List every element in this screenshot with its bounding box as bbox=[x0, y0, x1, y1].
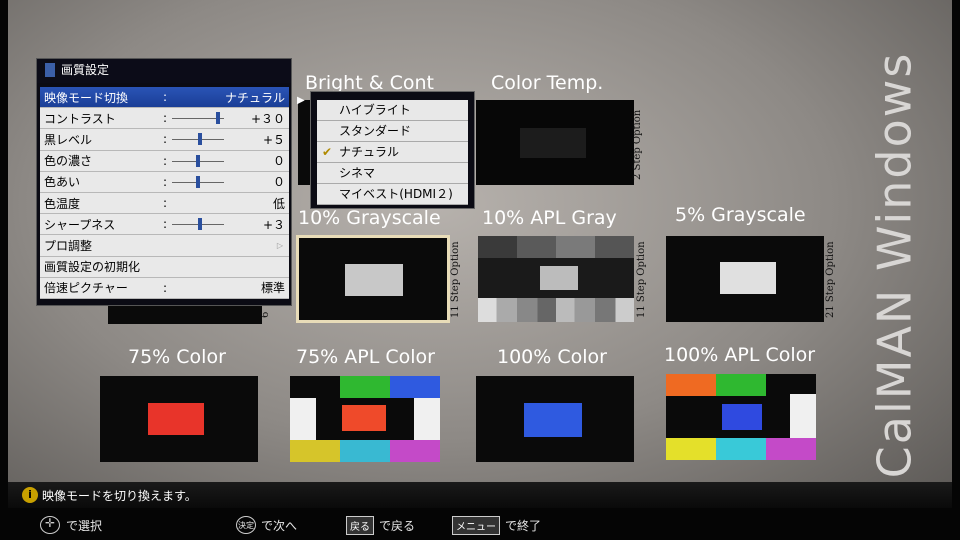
menu-item-black-level[interactable]: 黒レベル : +５ bbox=[40, 129, 289, 151]
menu-item-reset[interactable]: 画質設定の初期化 bbox=[40, 257, 289, 278]
pattern-label-apl-color100: 100% APL Color bbox=[664, 344, 816, 366]
picture-settings-menu: 画質設定 映像モード切換 : ナチュラル コントラスト : +３０ 黒レベル :… bbox=[36, 58, 292, 306]
hint-next: 決定 で次へ bbox=[236, 516, 297, 534]
option-high-bright[interactable]: ハイブライト bbox=[317, 100, 468, 121]
pattern-window-blue bbox=[722, 404, 762, 430]
menu-key-icon: メニュー bbox=[452, 516, 500, 535]
pattern-label-gray10: 10% Grayscale bbox=[298, 207, 441, 229]
dpad-icon bbox=[40, 516, 60, 534]
bar-yellow bbox=[290, 440, 340, 462]
tint-slider[interactable] bbox=[172, 175, 224, 189]
pattern-color100[interactable] bbox=[476, 376, 634, 462]
pattern-label-color100: 100% Color bbox=[497, 346, 607, 368]
menu-item-picture-mode[interactable]: 映像モード切換 : ナチュラル bbox=[40, 87, 289, 109]
menu-item-contrast[interactable]: コントラスト : +３０ bbox=[40, 108, 289, 130]
bar-orange bbox=[666, 374, 716, 396]
hint-exit: メニュー で終了 bbox=[452, 516, 541, 535]
menu-item-label: 映像モード切換 bbox=[44, 90, 129, 105]
pattern-window bbox=[345, 264, 403, 296]
pattern-window bbox=[520, 128, 586, 158]
picture-mode-dropdown: ハイブライト スタンダード ✔ ナチュラル シネマ マイベスト(HDMI２) bbox=[310, 91, 475, 209]
bar-green bbox=[716, 374, 766, 396]
pattern-label-color75: 75% Color bbox=[128, 346, 226, 368]
pattern-window-red bbox=[148, 403, 204, 435]
bar-magenta bbox=[766, 438, 816, 460]
menu-item-color-density[interactable]: 色の濃さ : ０ bbox=[40, 151, 289, 172]
back-key-icon: 戻る bbox=[346, 516, 374, 535]
pattern-color-temp[interactable] bbox=[476, 100, 634, 185]
bar-white-right bbox=[790, 394, 816, 438]
option-standard[interactable]: スタンダード bbox=[317, 121, 468, 142]
pattern-apl-color100[interactable] bbox=[666, 374, 816, 460]
option-cinema[interactable]: シネマ bbox=[317, 163, 468, 184]
pattern-apl-color75[interactable] bbox=[290, 376, 440, 462]
hint-select: で選択 bbox=[40, 516, 102, 534]
checkmark-icon: ✔ bbox=[322, 145, 333, 159]
pattern-window bbox=[720, 262, 776, 294]
status-message: 映像モードを切り換えます。 bbox=[42, 488, 197, 503]
bar-green bbox=[340, 376, 390, 398]
bar-cyan bbox=[716, 438, 766, 460]
bar-black bbox=[290, 376, 340, 398]
bar-cyan bbox=[340, 440, 390, 462]
bar-black bbox=[766, 374, 816, 396]
menu-title: 画質設定 bbox=[37, 59, 291, 83]
pattern-apl-gray10[interactable] bbox=[478, 236, 634, 322]
enter-key-icon: 決定 bbox=[236, 516, 256, 534]
menu-item-motion-picture[interactable]: 倍速ピクチャー : 標準 bbox=[40, 278, 289, 299]
pattern-option-apl-gray10: 11 Step Option bbox=[636, 241, 647, 318]
menu-item-tint[interactable]: 色あい : ０ bbox=[40, 172, 289, 193]
bar-blue bbox=[390, 376, 440, 398]
info-icon: i bbox=[22, 487, 38, 503]
option-natural[interactable]: ✔ ナチュラル bbox=[317, 142, 468, 163]
pattern-option-gray10: 11 Step Option bbox=[450, 241, 461, 318]
pattern-steps-bottom bbox=[478, 298, 634, 322]
color-density-slider[interactable] bbox=[172, 154, 224, 168]
menu-list: 映像モード切換 : ナチュラル コントラスト : +３０ 黒レベル : +５ 色… bbox=[40, 87, 289, 299]
pattern-window-red bbox=[342, 405, 386, 431]
sharpness-slider[interactable] bbox=[172, 217, 224, 231]
contrast-slider[interactable] bbox=[172, 111, 224, 125]
option-my-best[interactable]: マイベスト(HDMI２) bbox=[317, 184, 468, 205]
menu-item-sharpness[interactable]: シャープネス : +３ bbox=[40, 214, 289, 236]
status-bar: i 映像モードを切り換えます。 bbox=[8, 482, 952, 508]
bar-white-left bbox=[290, 398, 316, 440]
pattern-label-apl-gray10: 10% APL Gray bbox=[482, 207, 617, 229]
menu-item-color-temperature[interactable]: 色温度 : 低 bbox=[40, 193, 289, 215]
pattern-label-color-temp: Color Temp. bbox=[491, 72, 604, 94]
bar-yellow bbox=[666, 438, 716, 460]
pattern-gray5[interactable] bbox=[666, 236, 824, 322]
pattern-window bbox=[540, 266, 578, 290]
remote-hint-bar: で選択 決定 で次へ 戻る で戻る メニュー で終了 bbox=[0, 508, 960, 540]
pattern-label-gray5: 5% Grayscale bbox=[675, 204, 806, 226]
pattern-steps-top bbox=[478, 236, 634, 258]
bar-white-right bbox=[414, 398, 440, 440]
black-level-slider[interactable] bbox=[172, 132, 224, 146]
menu-item-value: ナチュラル bbox=[224, 90, 285, 105]
menu-item-pro-adjust[interactable]: プロ調整 ▷ bbox=[40, 235, 289, 257]
hint-back: 戻る で戻る bbox=[346, 516, 415, 535]
chevron-right-icon: ▷ bbox=[276, 240, 283, 250]
pattern-color75[interactable] bbox=[100, 376, 258, 462]
pattern-option-hidden: 6 bbox=[260, 311, 271, 318]
bar-magenta bbox=[390, 440, 440, 462]
pattern-option-color-temp: 2 Step Option bbox=[632, 109, 643, 180]
pattern-option-gray5: 21 Step Option bbox=[825, 241, 836, 318]
pattern-gray10[interactable] bbox=[296, 235, 450, 323]
pattern-window-blue bbox=[524, 403, 582, 437]
pattern-label-apl-color75: 75% APL Color bbox=[296, 346, 435, 368]
submenu-pointer-icon: ▶ bbox=[297, 95, 305, 106]
brand-logo: CalMAN Windows bbox=[867, 51, 921, 479]
